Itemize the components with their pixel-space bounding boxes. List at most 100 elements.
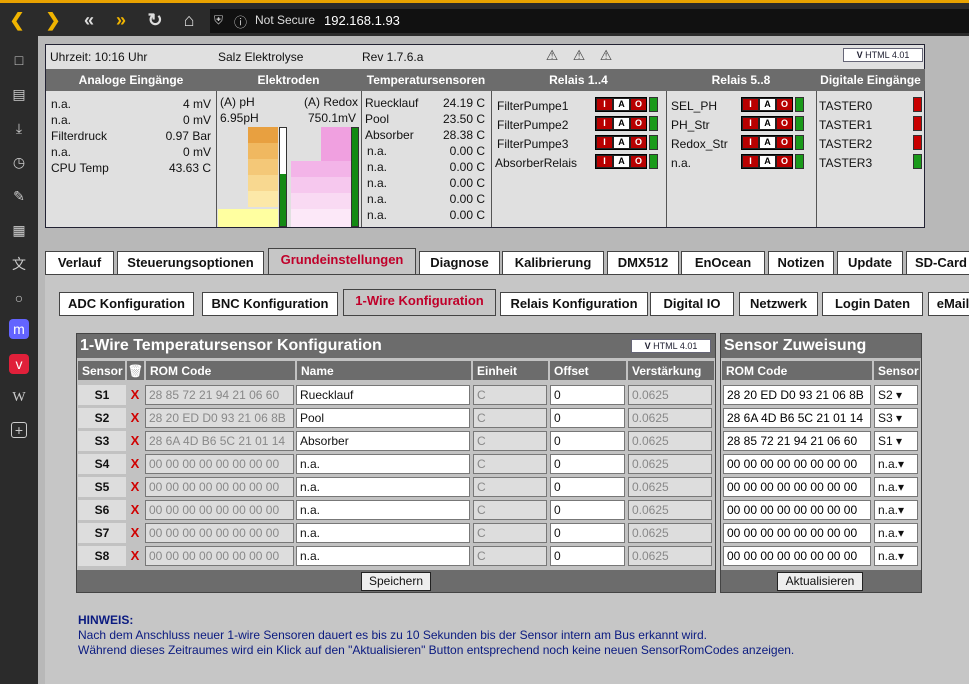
tab-2[interactable]: Grundeinstellungen	[268, 248, 416, 275]
home-icon[interactable]: ⌂	[176, 7, 202, 33]
relay-o-button[interactable]: O	[777, 118, 792, 129]
bookmark-icon[interactable]: □	[9, 50, 29, 70]
subtab-0[interactable]: ADC Konfiguration	[59, 292, 194, 316]
delete-icon[interactable]: X	[127, 523, 143, 543]
wikipedia-icon[interactable]: W	[9, 388, 29, 408]
fast-forward-icon[interactable]: »	[108, 7, 134, 33]
sensor-select[interactable]: n.a.▾	[874, 546, 918, 566]
tab-3[interactable]: Diagnose	[419, 251, 500, 275]
tab-8[interactable]: Update	[837, 251, 903, 275]
offset-input[interactable]: 0	[550, 523, 625, 543]
subtab-6[interactable]: Login Daten	[822, 292, 923, 316]
relay-o-button[interactable]: O	[777, 99, 792, 110]
translate-icon[interactable]: 文	[9, 254, 29, 274]
info-icon[interactable]: ⓘ	[234, 12, 247, 31]
mastodon-icon[interactable]: m	[9, 319, 29, 339]
vivaldi-icon[interactable]: v	[9, 354, 29, 374]
sensor-name-input[interactable]: n.a.	[296, 546, 470, 566]
relay-o-button[interactable]: O	[631, 118, 646, 129]
chat-icon[interactable]: ○	[9, 288, 29, 308]
offset-input[interactable]: 0	[550, 500, 625, 520]
sensor-select[interactable]: n.a.▾	[874, 454, 918, 474]
url-text[interactable]: 192.168.1.93	[324, 13, 400, 28]
sensor-select[interactable]: n.a.▾	[874, 523, 918, 543]
relay-i-button[interactable]: I	[597, 99, 612, 110]
refresh-button[interactable]: Aktualisieren	[777, 572, 863, 591]
tab-9[interactable]: SD-Card	[906, 251, 969, 275]
relay-i-button[interactable]: I	[743, 118, 758, 129]
subtab-2[interactable]: 1-Wire Konfiguration	[343, 289, 496, 316]
calendar-icon[interactable]: ▦	[9, 220, 29, 240]
sensor-name-input[interactable]: n.a.	[296, 523, 470, 543]
sensor-name-input[interactable]: Ruecklauf	[296, 385, 470, 405]
relay-a-button[interactable]: A	[614, 137, 629, 148]
subtab-3[interactable]: Relais Konfiguration	[500, 292, 648, 316]
relay-a-button[interactable]: A	[614, 99, 629, 110]
delete-icon[interactable]: X	[127, 431, 143, 451]
offset-input[interactable]: 0	[550, 454, 625, 474]
delete-icon[interactable]: X	[127, 500, 143, 520]
relay-i-button[interactable]: I	[743, 99, 758, 110]
relay-iao-switch[interactable]: I A O	[595, 135, 647, 150]
tab-7[interactable]: Notizen	[768, 251, 834, 275]
relay-o-button[interactable]: O	[631, 137, 646, 148]
delete-icon[interactable]: X	[127, 385, 143, 405]
relay-a-button[interactable]: A	[760, 118, 775, 129]
tab-1[interactable]: Steuerungsoptionen	[117, 251, 264, 275]
subtab-7[interactable]: eMail	[928, 292, 969, 316]
sensor-name-input[interactable]: Absorber	[296, 431, 470, 451]
relay-iao-switch[interactable]: I A O	[595, 116, 647, 131]
delete-icon[interactable]: X	[127, 454, 143, 474]
offset-input[interactable]: 0	[550, 546, 625, 566]
relay-o-button[interactable]: O	[631, 156, 646, 167]
save-button[interactable]: Speichern	[361, 572, 431, 591]
tab-4[interactable]: Kalibrierung	[502, 251, 604, 275]
notes-icon[interactable]: ✎	[9, 186, 29, 206]
offset-input[interactable]: 0	[550, 385, 625, 405]
relay-iao-switch[interactable]: I A O	[741, 135, 793, 150]
sensor-select[interactable]: n.a.▾	[874, 500, 918, 520]
relay-i-button[interactable]: I	[597, 118, 612, 129]
address-bar[interactable]: ⛨ ⓘ Not Secure 192.168.1.93	[210, 9, 969, 33]
relay-i-button[interactable]: I	[743, 156, 758, 167]
delete-icon[interactable]: X	[127, 477, 143, 497]
tab-5[interactable]: DMX512	[607, 251, 679, 275]
relay-o-button[interactable]: O	[777, 156, 792, 167]
validator-badge[interactable]: V HTML 4.01	[631, 339, 711, 353]
sensor-select[interactable]: n.a.▾	[874, 477, 918, 497]
forward-icon[interactable]: ❯	[40, 7, 66, 33]
subtab-4[interactable]: Digital IO	[650, 292, 734, 316]
relay-i-button[interactable]: I	[597, 137, 612, 148]
sensor-select[interactable]: S2 ▾	[874, 385, 918, 405]
subtab-5[interactable]: Netzwerk	[739, 292, 818, 316]
history-icon[interactable]: ◷	[9, 152, 29, 172]
relay-i-button[interactable]: I	[597, 156, 612, 167]
offset-input[interactable]: 0	[550, 477, 625, 497]
relay-a-button[interactable]: A	[760, 156, 775, 167]
download-icon[interactable]: ⤓	[9, 118, 29, 138]
relay-iao-switch[interactable]: I A O	[595, 97, 647, 112]
back-icon[interactable]: ❮	[4, 7, 30, 33]
delete-icon[interactable]: X	[127, 408, 143, 428]
relay-a-button[interactable]: A	[760, 99, 775, 110]
relay-a-button[interactable]: A	[614, 156, 629, 167]
sensor-name-input[interactable]: n.a.	[296, 454, 470, 474]
tab-6[interactable]: EnOcean	[681, 251, 765, 275]
reader-icon[interactable]: ▤	[9, 84, 29, 104]
sensor-select[interactable]: S3 ▾	[874, 408, 918, 428]
sensor-name-input[interactable]: Pool	[296, 408, 470, 428]
offset-input[interactable]: 0	[550, 431, 625, 451]
relay-o-button[interactable]: O	[631, 99, 646, 110]
relay-a-button[interactable]: A	[614, 118, 629, 129]
validator-badge[interactable]: V HTML 4.01	[843, 48, 923, 62]
tab-0[interactable]: Verlauf	[45, 251, 114, 275]
offset-input[interactable]: 0	[550, 408, 625, 428]
reload-icon[interactable]: ↻	[142, 7, 168, 33]
relay-o-button[interactable]: O	[777, 137, 792, 148]
relay-iao-switch[interactable]: I A O	[595, 154, 647, 169]
relay-iao-switch[interactable]: I A O	[741, 116, 793, 131]
sensor-name-input[interactable]: n.a.	[296, 500, 470, 520]
sensor-select[interactable]: S1 ▾	[874, 431, 918, 451]
delete-icon[interactable]: X	[127, 546, 143, 566]
relay-i-button[interactable]: I	[743, 137, 758, 148]
